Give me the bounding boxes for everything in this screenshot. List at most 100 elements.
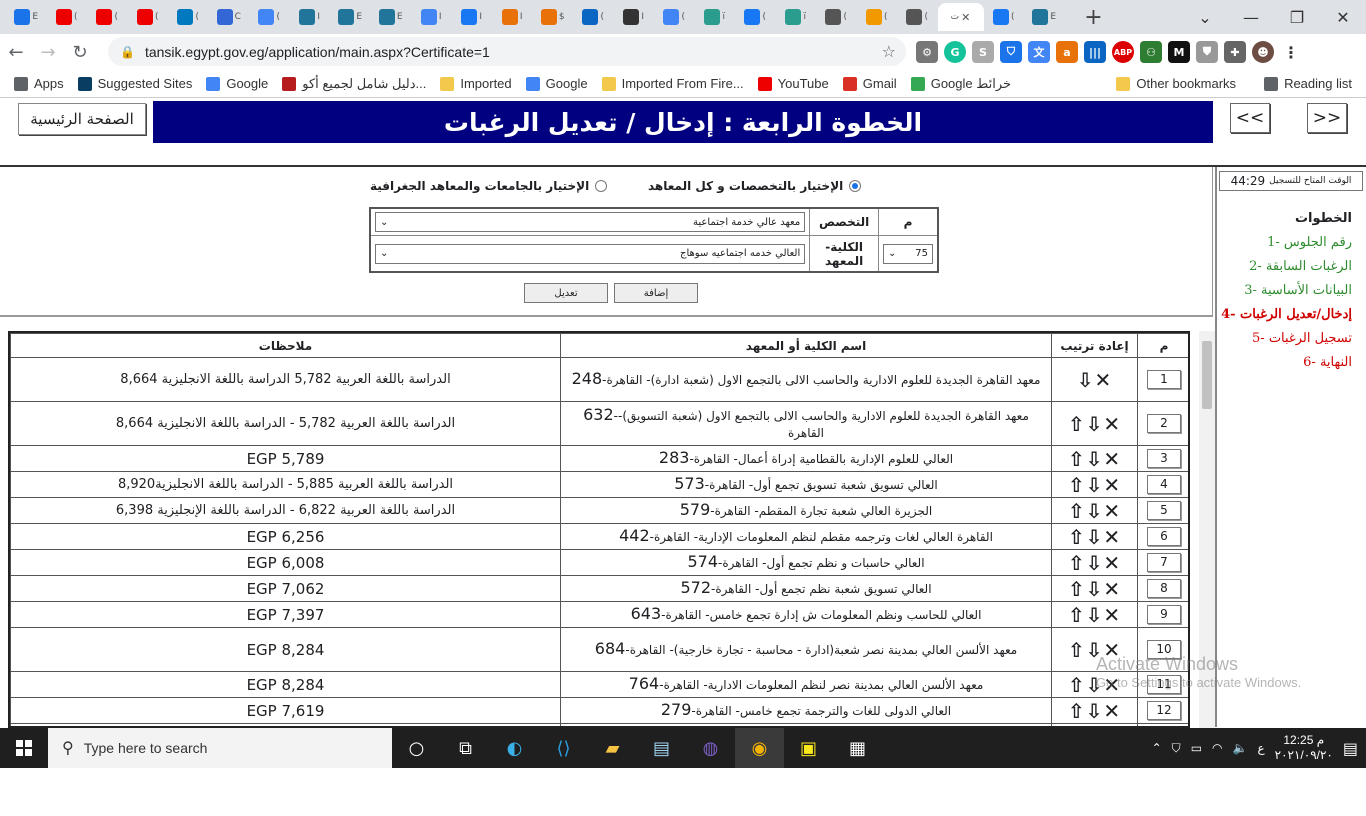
prev-step-button[interactable]: >>	[1307, 103, 1347, 133]
battery-icon[interactable]: ▭	[1191, 741, 1202, 755]
extension-translate-icon[interactable]: 文	[1028, 41, 1050, 63]
extension-shield2-icon[interactable]: ⛊	[1196, 41, 1218, 63]
clock[interactable]: 12:25 م ٢٠٢١/٠٩/٢٠	[1275, 733, 1333, 763]
browser-tab[interactable]: E	[371, 3, 412, 31]
move-up-icon[interactable]: ⇧	[1068, 603, 1086, 627]
browser-tab[interactable]: (	[735, 3, 776, 31]
move-down-icon[interactable]: ⇩	[1077, 368, 1095, 392]
browser-tab[interactable]: (	[654, 3, 695, 31]
move-down-icon[interactable]: ⇩	[1086, 473, 1104, 497]
delete-icon[interactable]: ✕	[1103, 577, 1121, 601]
minimize-icon[interactable]: —	[1228, 8, 1274, 27]
order-select[interactable]: ⌄ 75	[883, 243, 933, 264]
browser-tab[interactable]: I	[290, 3, 331, 31]
bookmark-item[interactable]: Suggested Sites	[77, 76, 192, 91]
move-down-icon[interactable]: ⇩	[1086, 412, 1104, 436]
extension-gear-icon[interactable]: ⚙	[916, 41, 938, 63]
move-down-icon[interactable]: ⇩	[1086, 577, 1104, 601]
browser-tab[interactable]: (	[984, 3, 1025, 31]
bookmark-item[interactable]: Imported	[440, 76, 512, 91]
move-up-icon[interactable]: ⇧	[1068, 699, 1086, 723]
wifi-icon[interactable]: ◠	[1212, 741, 1222, 755]
taskbar-search-input[interactable]: ⚲ Type here to search	[48, 728, 392, 768]
extension-a-icon[interactable]: a	[1056, 41, 1078, 63]
restore-icon[interactable]: ❐	[1274, 8, 1320, 27]
windows-start-icon[interactable]	[0, 728, 48, 768]
browser-tab[interactable]: (	[249, 3, 290, 31]
browser-tab[interactable]: I	[452, 3, 493, 31]
move-down-icon[interactable]: ⇩	[1086, 525, 1104, 549]
next-step-button[interactable]: <<	[1230, 103, 1270, 133]
delete-icon[interactable]: ✕	[1103, 412, 1121, 436]
browser-tab[interactable]: I	[492, 3, 533, 31]
task-view-icon[interactable]: ⧉	[441, 728, 490, 768]
scrollbar-thumb[interactable]	[1202, 341, 1212, 409]
lock-icon[interactable]: 🔒	[120, 45, 135, 59]
extension-abp-icon[interactable]: ABP	[1112, 41, 1134, 63]
delete-icon[interactable]: ✕	[1103, 473, 1121, 497]
row-order-input[interactable]: 3	[1147, 449, 1181, 468]
row-order-input[interactable]: 4	[1147, 475, 1181, 494]
browser-tab[interactable]: (	[857, 3, 898, 31]
calculator-icon[interactable]: ▦	[833, 728, 882, 768]
move-down-icon[interactable]: ⇩	[1086, 551, 1104, 575]
move-up-icon[interactable]: ⇧	[1068, 499, 1086, 523]
delete-icon[interactable]: ✕	[1095, 368, 1113, 392]
reload-icon[interactable]: ↻	[64, 42, 96, 63]
delete-icon[interactable]: ✕	[1103, 447, 1121, 471]
bookmark-item[interactable]: Google خرائط	[910, 76, 1011, 92]
row-order-input[interactable]: 9	[1147, 605, 1181, 624]
move-up-icon[interactable]: ⇧	[1068, 447, 1086, 471]
move-down-icon[interactable]: ⇩	[1086, 699, 1104, 723]
move-up-icon[interactable]: ⇧	[1068, 412, 1086, 436]
bookmark-item[interactable]: Apps	[14, 76, 64, 91]
bookmark-item[interactable]: Imported From Fire...	[601, 76, 744, 91]
browser-tab[interactable]: $	[533, 3, 574, 31]
url-input[interactable]: 🔒 tansik.egypt.gov.eg/application/main.a…	[108, 37, 906, 66]
move-down-icon[interactable]: ⇩	[1086, 499, 1104, 523]
chrome-icon[interactable]: ◉	[735, 728, 784, 768]
row-order-input[interactable]: 5	[1147, 501, 1181, 520]
profile-avatar[interactable]: ☻	[1252, 41, 1274, 63]
cortana-icon[interactable]: ○	[392, 728, 441, 768]
browser-tab[interactable]: C	[209, 3, 250, 31]
home-button[interactable]: الصفحة الرئيسية	[18, 103, 146, 135]
move-up-icon[interactable]: ⇧	[1068, 551, 1086, 575]
back-icon[interactable]: ←	[0, 42, 32, 63]
extension-bars-icon[interactable]: |||	[1084, 41, 1106, 63]
row-order-input[interactable]: 1	[1147, 370, 1181, 389]
move-up-icon[interactable]: ⇧	[1068, 577, 1086, 601]
tray-chevron-up-icon[interactable]: ⌃	[1152, 741, 1162, 755]
row-order-input[interactable]: 8	[1147, 579, 1181, 598]
specialization-select[interactable]: ⌄ معهد عالي خدمة اجتماعية	[375, 212, 806, 233]
notifications-icon[interactable]: ▤	[1343, 739, 1358, 758]
browser-tab-active[interactable]: ت ✕	[937, 3, 984, 31]
move-up-icon[interactable]: ⇧	[1068, 673, 1086, 697]
menu-kebab-icon[interactable]: ⋮	[1280, 41, 1302, 63]
browser-tab[interactable]: I	[614, 3, 655, 31]
browser-tab[interactable]: (	[816, 3, 857, 31]
other-bookmarks[interactable]: Other bookmarks	[1116, 76, 1236, 91]
edge-icon[interactable]: ◐	[490, 728, 539, 768]
reading-list[interactable]: Reading list	[1264, 76, 1352, 91]
bookmark-item[interactable]: Gmail	[842, 76, 897, 91]
browser-tab[interactable]: (	[87, 3, 128, 31]
extension-people-icon[interactable]: ⚇	[1140, 41, 1162, 63]
delete-icon[interactable]: ✕	[1103, 525, 1121, 549]
faculty-select[interactable]: ⌄ العالي خدمه اجتماعيه سوهاج	[375, 243, 806, 264]
browser-tab[interactable]: (	[168, 3, 209, 31]
add-button[interactable]: إضافة	[614, 283, 698, 303]
browser-tab[interactable]: E	[6, 3, 47, 31]
close-tab-icon[interactable]: ✕	[961, 11, 970, 24]
row-order-input[interactable]: 12	[1147, 701, 1181, 720]
row-order-input[interactable]: 2	[1147, 414, 1181, 433]
tray-security-icon[interactable]: ⛉	[1172, 741, 1181, 756]
new-tab-button[interactable]: +	[1079, 5, 1109, 30]
delete-icon[interactable]: ✕	[1103, 603, 1121, 627]
extension-shield-icon[interactable]: ⛉	[1000, 41, 1022, 63]
extension-m-icon[interactable]: M	[1168, 41, 1190, 63]
forward-icon[interactable]: →	[32, 42, 64, 63]
bookmark-item[interactable]: Google	[206, 76, 268, 91]
browser-tab[interactable]: E	[1024, 3, 1065, 31]
browser-tab[interactable]: I	[411, 3, 452, 31]
